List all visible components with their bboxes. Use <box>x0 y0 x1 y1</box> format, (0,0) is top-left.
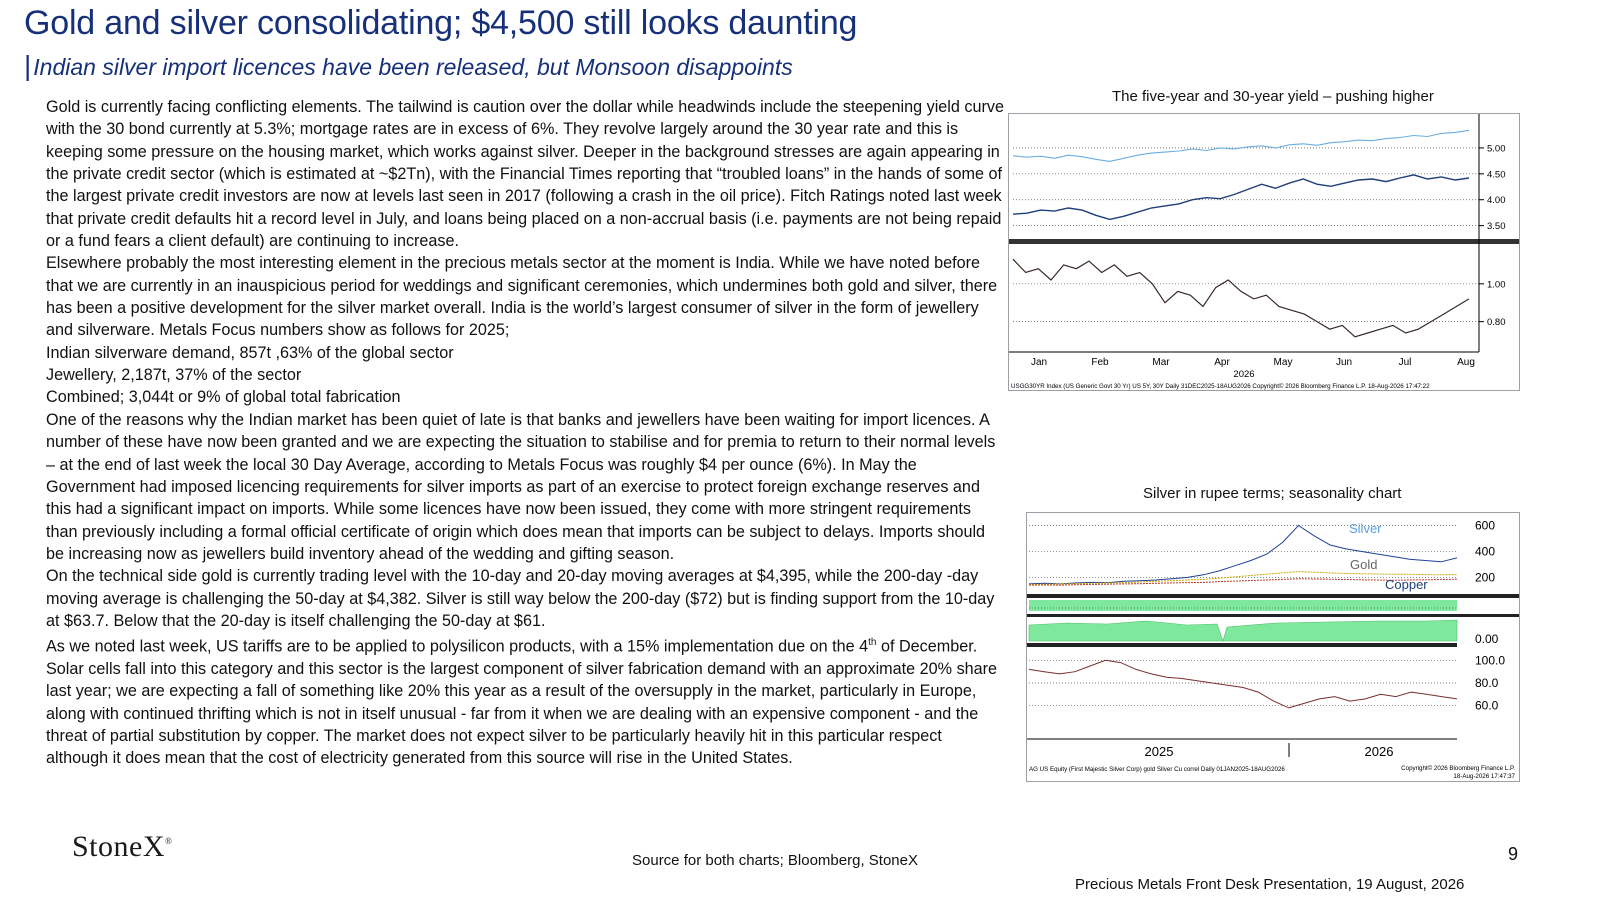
silver-line <box>1028 524 1458 585</box>
panel-separator <box>1027 614 1519 617</box>
tariffs-after: of December. Solar cells fall into this … <box>46 637 998 768</box>
y-tick-label: 100.0 <box>1475 653 1505 667</box>
y-tick-label: 80.0 <box>1475 676 1499 690</box>
chart1-box: 5.00 4.50 4.00 3.50 1.00 0.80 Jan Feb Mar Apr May J… <box>1008 113 1520 391</box>
x-tick-label: Mar <box>1152 357 1170 368</box>
paragraph-combined: Combined; 3,044t or 9% of global total f… <box>46 388 401 407</box>
paragraph-technical: On the technical side gold is currently … <box>46 567 995 630</box>
stonex-logo: StoneX® <box>72 830 172 864</box>
chart2-footnote-right: Copyright© 2026 Bloomberg Finance L.P. <box>1401 765 1515 772</box>
footer-text: Precious Metals Front Desk Presentation,… <box>1075 876 1465 893</box>
ratio-line <box>1012 258 1470 338</box>
x-tick-label: Jan <box>1031 357 1047 368</box>
panel-separator <box>1027 643 1457 647</box>
chart2-title: Silver in rupee terms; seasonality chart <box>1143 485 1402 502</box>
page-title: Gold and silver consolidating; $4,500 st… <box>24 4 858 42</box>
subtitle-text: Indian silver import licences have been … <box>33 54 793 80</box>
x-tick-label: Jun <box>1336 357 1352 368</box>
tariffs-before: As we noted last week, US tariffs are to… <box>46 637 869 656</box>
y-tick-label: 600 <box>1475 518 1495 532</box>
y-tick-label: 60.0 <box>1475 699 1499 713</box>
green-band-lower <box>1028 619 1458 642</box>
correlation-line <box>1028 659 1458 709</box>
page-subtitle: |Indian silver import licences have been… <box>24 50 793 82</box>
yield-chart: 5.00 4.50 4.00 3.50 1.00 0.80 Jan Feb Mar Apr May J… <box>1009 114 1519 390</box>
x-tick-label: May <box>1274 357 1293 368</box>
x-tick-label: Aug <box>1457 357 1475 368</box>
x-tick-label: Feb <box>1091 357 1109 368</box>
silver-label: Silver <box>1349 521 1382 536</box>
chart2-footnote-date: 18-Aug-2026 17:47:37 <box>1453 773 1515 780</box>
x-tick-label: Apr <box>1214 357 1230 368</box>
text-cursor: | <box>24 50 32 81</box>
body-text: Gold is currently facing conflicting ele… <box>46 96 1006 770</box>
x-year-label: 2026 <box>1233 369 1254 380</box>
green-band-upper <box>1029 600 1457 611</box>
paragraph-silverware: Indian silverware demand, 857t ,63% of t… <box>46 343 454 362</box>
y-tick-label: 5.00 <box>1487 143 1506 154</box>
chart2-footnote-left: AG US Equity (First Majestic Silver Corp… <box>1029 766 1285 773</box>
paragraph-licences: One of the reasons why the Indian market… <box>46 410 996 563</box>
paragraph-credit: Gold is currently facing conflicting ele… <box>46 98 1004 251</box>
y-tick-label: 3.50 <box>1487 221 1506 232</box>
chart2-box: 600 400 200 Silver Gold Copper 0.00 100.0 80.0 60… <box>1026 512 1520 782</box>
logo-mark: ® <box>165 836 173 846</box>
paragraph-tariffs: As we noted last week, US tariffs are to… <box>46 632 1006 769</box>
source-note: Source for both charts; Bloomberg, Stone… <box>632 852 918 869</box>
y-tick-label: 0.80 <box>1487 317 1506 328</box>
logo-text: StoneX <box>72 830 165 863</box>
paragraph-jewellery: Jewellery, 2,187t, 37% of the sector <box>46 366 302 385</box>
x-tick-label: 2025 <box>1145 744 1174 759</box>
panel-separator <box>1027 594 1519 598</box>
five-year-yield-line <box>1012 129 1470 162</box>
chart1-title: The five-year and 30-year yield – pushin… <box>1112 88 1434 105</box>
chart1-footnote: USGG30YR Index (US Generic Govt 30 Yr) U… <box>1011 383 1430 390</box>
gold-label: Gold <box>1350 557 1377 572</box>
x-tick-label: 2026 <box>1365 744 1394 759</box>
y-tick-label: 4.00 <box>1487 195 1506 206</box>
silver-seasonality-chart: 600 400 200 Silver Gold Copper 0.00 100.0 80.0 60… <box>1027 518 1519 780</box>
y-tick-label: 200 <box>1475 570 1495 584</box>
y-tick-label: 4.50 <box>1487 169 1506 180</box>
page-number: 9 <box>1508 844 1519 864</box>
thirty-year-yield-line <box>1012 174 1470 221</box>
paragraph-india: Elsewhere probably the most interesting … <box>46 254 998 340</box>
y-tick-label: 400 <box>1475 544 1495 558</box>
y-tick-label: 1.00 <box>1487 279 1506 290</box>
panel-separator <box>1009 239 1519 244</box>
y-tick-label: 0.00 <box>1475 632 1499 646</box>
copper-label: Copper <box>1385 577 1428 592</box>
x-tick-label: Jul <box>1399 357 1412 368</box>
